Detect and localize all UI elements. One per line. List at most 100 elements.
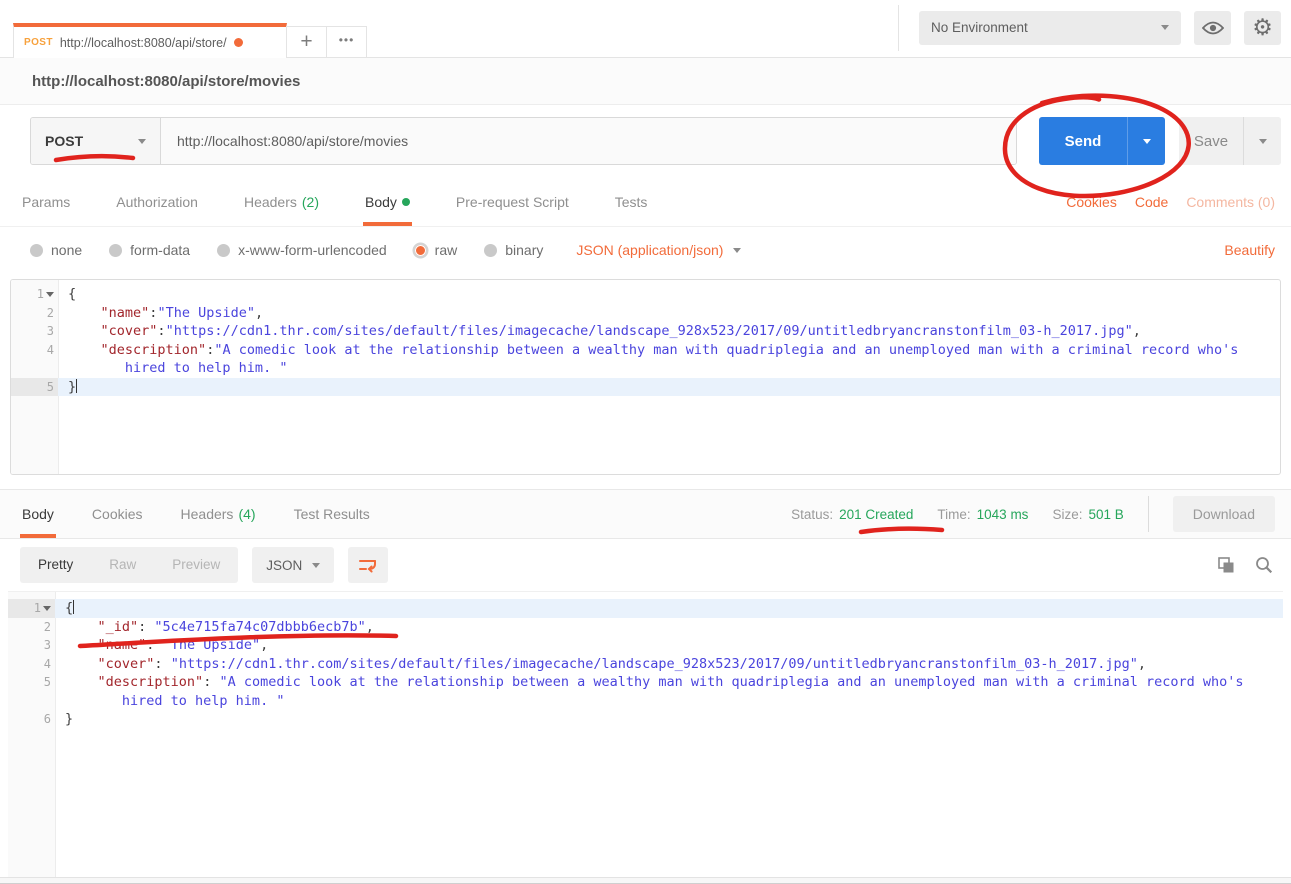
view-mode-switch: Pretty Raw Preview [20,547,238,583]
send-button[interactable]: Send [1039,117,1127,165]
code-text: } [58,378,1280,397]
code-line[interactable]: 3 "name": "The Upside", [8,636,1283,655]
tab-authorization[interactable]: Authorization [114,177,200,226]
content-type-select[interactable]: JSON (application/json) [576,242,741,258]
tab-params[interactable]: Params [20,177,72,226]
size-value: 501 B [1088,507,1123,522]
radio-icon [217,244,230,257]
code-line[interactable]: 2 "name":"The Upside", [11,304,1280,323]
fold-caret-icon[interactable] [46,292,54,297]
text-cursor [76,379,77,393]
view-mode-preview[interactable]: Preview [154,547,238,583]
new-tab-button[interactable]: + [286,26,327,57]
code-text: "description": "A comedic look at the re… [55,673,1283,710]
breadcrumb: http://localhost:8080/api/store/movies [0,58,1291,105]
save-button-group: Save [1179,117,1281,165]
eye-icon [1202,21,1224,35]
save-button[interactable]: Save [1179,117,1243,165]
environment-bar: No Environment ⚙ [898,0,1291,58]
copy-button[interactable] [1218,557,1235,574]
response-tabs-row: Body Cookies Headers (4) Test Results St… [0,489,1291,539]
wrap-lines-button[interactable] [348,547,388,583]
tab-pre-request-script[interactable]: Pre-request Script [454,177,571,226]
chevron-down-icon [1143,139,1151,144]
status-badge: Status: 201 Created [791,507,913,522]
code-line[interactable]: 4 "description":"A comedic look at the r… [11,341,1280,378]
more-tabs-button[interactable]: ••• [326,26,367,57]
response-meta: Status: 201 Created Time: 1043 ms Size: … [791,490,1275,538]
radio-binary[interactable]: binary [484,242,543,258]
url-group: POST [30,117,1017,165]
fold-caret-icon[interactable] [43,606,51,611]
method-select[interactable]: POST [31,118,161,164]
request-tabs: Params Authorization Headers (2) Body Pr… [0,177,1291,227]
tab-body[interactable]: Body [363,177,412,226]
line-number-gutter: 4 [8,655,55,674]
code-text: "description":"A comedic look at the rel… [58,341,1280,378]
line-number-gutter: 3 [8,636,55,655]
chevron-down-icon [733,248,741,253]
size-badge: Size: 501 B [1052,507,1123,522]
code-line[interactable]: 5 "description": "A comedic look at the … [8,673,1283,710]
radio-form-data[interactable]: form-data [109,242,190,258]
breadcrumb-url: http://localhost:8080/api/store/movies [32,73,300,90]
response-toolbar-right [1218,556,1273,574]
time-badge: Time: 1043 ms [937,507,1028,522]
code-line[interactable]: 1{ [8,599,1283,618]
code-line[interactable]: 6} [8,710,1283,729]
save-options-button[interactable] [1243,117,1281,165]
response-tab-body[interactable]: Body [20,490,56,538]
body-set-dot-icon [402,198,410,206]
code-line[interactable]: 5} [11,378,1280,397]
response-headers-count: (4) [238,506,255,522]
radio-none[interactable]: none [30,242,82,258]
view-mode-raw[interactable]: Raw [91,547,154,583]
code-text: "name":"The Upside", [58,304,1280,323]
code-link[interactable]: Code [1135,194,1168,210]
code-line[interactable]: 1{ [11,285,1280,304]
download-button[interactable]: Download [1173,496,1275,532]
code-line[interactable]: 2 "_id": "5c4e715fa74c07dbbb6ecb7b", [8,618,1283,637]
search-button[interactable] [1255,556,1273,574]
radio-x-www-form-urlencoded[interactable]: x-www-form-urlencoded [217,242,387,258]
code-line[interactable]: 4 "cover": "https://cdn1.thr.com/sites/d… [8,655,1283,674]
response-tab-cookies[interactable]: Cookies [90,490,145,538]
beautify-link[interactable]: Beautify [1224,242,1275,258]
chevron-down-icon [1259,139,1267,144]
chevron-down-icon [138,139,146,144]
send-options-button[interactable] [1127,117,1165,165]
comments-link[interactable]: Comments (0) [1186,194,1275,210]
request-body-editor[interactable]: 1{2 "name":"The Upside",3 "cover":"https… [10,279,1281,475]
code-text: "_id": "5c4e715fa74c07dbbb6ecb7b", [55,618,1283,637]
line-number-gutter: 5 [8,673,55,710]
line-number-gutter: 6 [8,710,55,729]
code-text: { [58,285,1280,304]
response-format-select[interactable]: JSON [252,547,334,583]
status-value: 201 Created [839,507,913,522]
response-tab-headers[interactable]: Headers (4) [179,490,258,538]
cookies-link[interactable]: Cookies [1066,194,1117,210]
environment-quick-look-button[interactable] [1194,11,1231,45]
settings-button[interactable]: ⚙ [1244,11,1281,45]
url-input[interactable] [161,118,1016,164]
tab-tests[interactable]: Tests [613,177,650,226]
tab-method-badge: POST [24,37,53,48]
code-line[interactable]: 3 "cover":"https://cdn1.thr.com/sites/de… [11,322,1280,341]
line-number-gutter: 1 [8,599,55,618]
method-select-label: POST [45,133,83,149]
gear-icon: ⚙ [1252,16,1273,39]
postman-window: POST http://localhost:8080/api/store/ + … [0,0,1291,884]
environment-select[interactable]: No Environment [919,11,1181,45]
copy-icon [1218,557,1235,574]
text-cursor [73,600,74,614]
radio-raw[interactable]: raw [414,242,458,258]
word-wrap-icon [358,557,378,574]
view-mode-pretty[interactable]: Pretty [20,547,91,583]
time-value: 1043 ms [977,507,1029,522]
response-body-editor[interactable]: 1{2 "_id": "5c4e715fa74c07dbbb6ecb7b",3 … [8,591,1283,877]
unsaved-changes-dot-icon [234,38,243,47]
code-text: } [55,710,1283,729]
tab-headers[interactable]: Headers (2) [242,177,321,226]
response-tab-test-results[interactable]: Test Results [292,490,372,538]
request-tab[interactable]: POST http://localhost:8080/api/store/ [13,23,287,58]
